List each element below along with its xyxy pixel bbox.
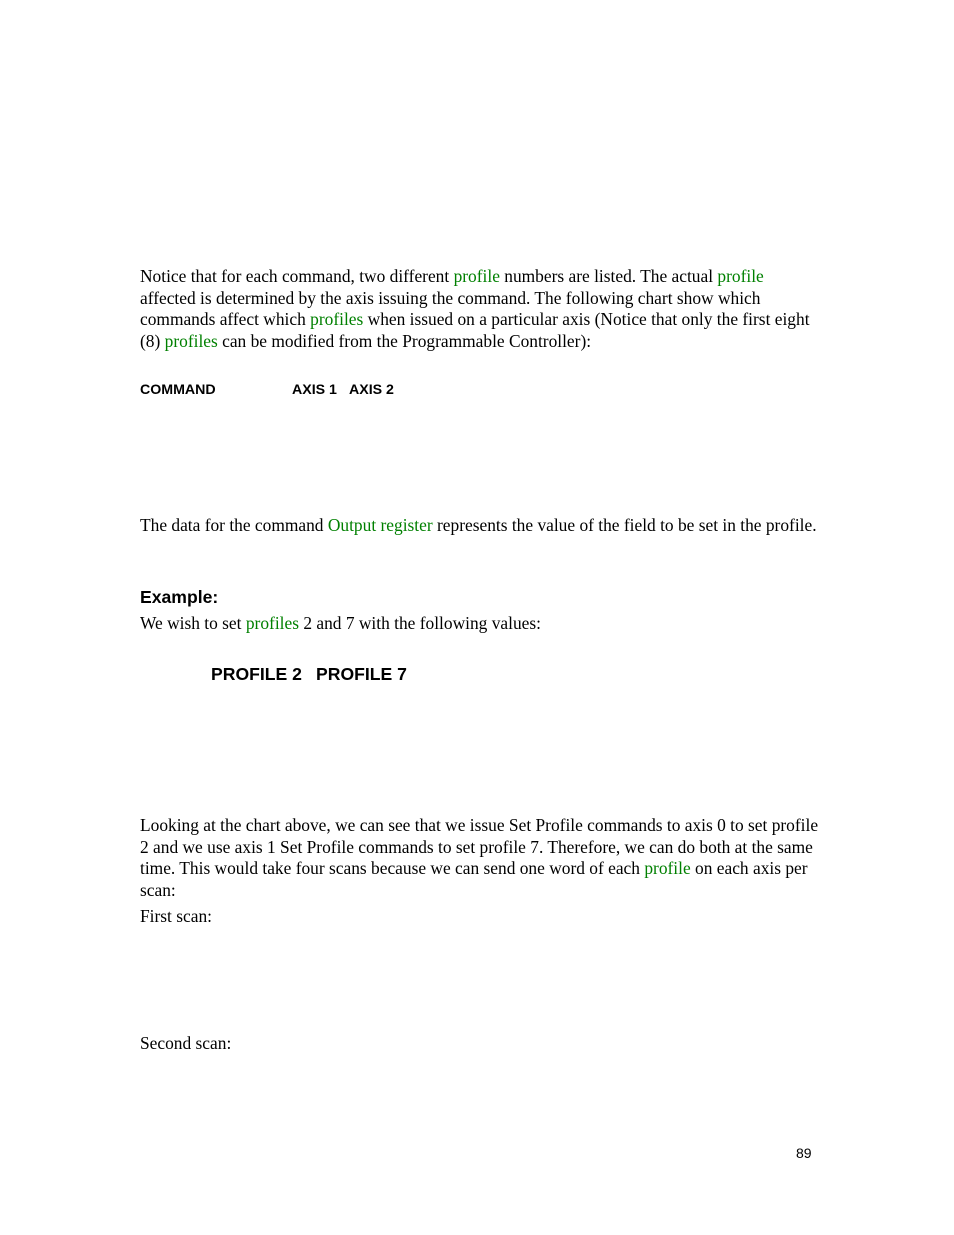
profiles-link[interactable]: profiles <box>165 331 218 351</box>
text-run: represents the value of the field to be … <box>432 515 817 535</box>
profile-link[interactable]: profile <box>717 266 763 286</box>
profile-link[interactable]: profile <box>454 266 500 286</box>
text-run: can be modified from the Programmable Co… <box>217 331 592 352</box>
page-number: 89 <box>796 1145 812 1161</box>
output-register-link[interactable]: Output register <box>328 515 433 535</box>
profile-link[interactable]: profile <box>644 858 690 878</box>
example-heading: Example: <box>140 587 219 607</box>
text-run: Notice that for each command, two differ… <box>140 266 454 286</box>
column-header-axis-1: AXIS 1 <box>292 382 337 398</box>
column-header-axis-2: AXIS 2 <box>349 382 394 398</box>
output-register-paragraph: The data for the command Output register… <box>140 515 820 537</box>
example-paragraph: We wish to set profiles 2 and 7 with the… <box>140 613 820 635</box>
scan-explanation-paragraph: Looking at the chart above, we can see t… <box>140 815 820 902</box>
document-page: Notice that for each command, two differ… <box>0 0 954 1235</box>
intro-paragraph: Notice that for each command, two differ… <box>140 266 820 353</box>
profiles-link[interactable]: profiles <box>246 613 299 633</box>
first-scan-label: First scan: <box>140 906 212 926</box>
text-run: numbers are listed. The actual <box>499 266 718 286</box>
column-header-profile-2: PROFILE 2 <box>211 664 302 684</box>
profiles-link[interactable]: profiles <box>310 309 363 329</box>
second-scan-label: Second scan: <box>140 1033 232 1053</box>
text-run: The data for the command <box>140 515 328 535</box>
text-run: We wish to set <box>140 613 246 633</box>
column-header-command: COMMAND <box>140 382 216 398</box>
text-run: 2 and 7 with the following values: <box>298 613 541 633</box>
column-header-profile-7: PROFILE 7 <box>316 664 407 684</box>
